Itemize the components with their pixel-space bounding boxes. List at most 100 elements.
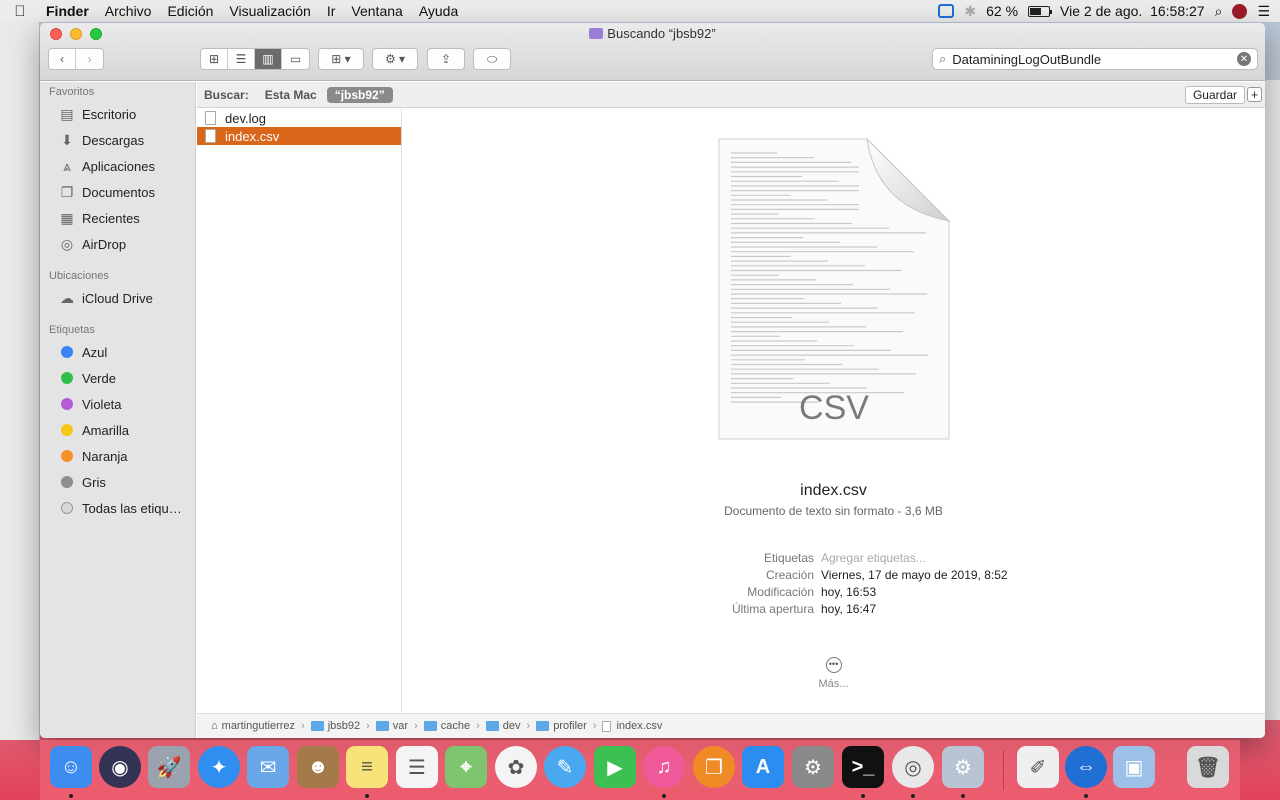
notification-center-icon[interactable]: ☰ — [1257, 3, 1270, 20]
menu-ir[interactable]: Ir — [319, 3, 344, 19]
path-item-home[interactable]: ⌂ martingutierrez › — [211, 720, 311, 732]
search-field[interactable]: ⌕ DataminingLogOutBundle ✕ — [932, 48, 1258, 70]
sidebar-tag-verde[interactable]: Verde — [58, 367, 116, 389]
dock-siri-icon[interactable]: ◉ — [99, 746, 141, 788]
dock-system-preferences-icon[interactable]: ⚙ — [792, 746, 834, 788]
dock-textedit-icon[interactable]: ✐ — [1017, 746, 1059, 788]
dock-messages-icon[interactable]: ✎ — [544, 746, 586, 788]
dock-itunes-icon[interactable]: ♫ — [643, 746, 685, 788]
dock-launchpad-icon[interactable]: 🚀 — [148, 746, 190, 788]
file-row-dev-log[interactable]: dev.log — [197, 109, 401, 127]
group-button[interactable]: ⊞ ▾ — [318, 48, 364, 70]
dock-reminders-icon[interactable]: ☰ — [396, 746, 438, 788]
favorites-header: Favoritos — [49, 86, 95, 98]
user-icon[interactable] — [1232, 3, 1248, 19]
path-label: martingutierrez — [221, 720, 296, 732]
add-criteria-button[interactable]: + — [1247, 87, 1262, 102]
meta-value: hoy, 16:53 — [821, 585, 877, 599]
tags-header: Etiquetas — [49, 324, 95, 336]
path-item-cache[interactable]: cache › — [423, 720, 486, 732]
menu-ayuda[interactable]: Ayuda — [411, 3, 466, 19]
save-search-button[interactable]: Guardar — [1184, 86, 1245, 104]
meta-value[interactable]: Agregar etiquetas... — [821, 551, 926, 565]
share-button[interactable]: ⇪ — [427, 48, 465, 70]
sidebar-tag-naranja[interactable]: Naranja — [58, 445, 128, 467]
path-item-jbsb92[interactable]: jbsb92 › — [310, 720, 376, 732]
dock-running-indicator — [911, 794, 915, 798]
menu-archivo[interactable]: Archivo — [97, 3, 160, 19]
search-input[interactable]: DataminingLogOutBundle — [952, 52, 1101, 67]
tag-color-dot — [61, 346, 73, 358]
sidebar-item-recientes[interactable]: ▦ Recientes — [58, 207, 139, 229]
dock-terminal-icon[interactable]: >_ — [842, 746, 884, 788]
sidebar-tag-amarilla[interactable]: Amarilla — [58, 419, 129, 441]
dock-separator — [1003, 750, 1004, 790]
menu-app-finder[interactable]: Finder — [40, 3, 97, 19]
sidebar-tag-gris[interactable]: Gris — [58, 471, 106, 493]
battery-percentage: 62 % — [986, 3, 1019, 19]
teamviewer-menu-icon[interactable] — [938, 4, 955, 18]
dock-virtualbox-icon[interactable]: ▣ — [1113, 746, 1155, 788]
sidebar-tag-azul[interactable]: Azul — [58, 341, 107, 363]
dock-facetime-icon[interactable]: ▶ — [594, 746, 636, 788]
path-item-var[interactable]: var › — [375, 720, 424, 732]
dock-contacts-icon[interactable]: ☻ — [297, 746, 339, 788]
path-item-index-csv[interactable]: index.csv — [602, 720, 662, 732]
action-button[interactable]: ⚙ ▾ — [372, 48, 418, 70]
gallery-view-button[interactable]: ▭ — [282, 49, 309, 69]
dock-chrome-icon[interactable]: ◎ — [892, 746, 934, 788]
sidebar-item-documentos[interactable]: ❐ Documentos — [58, 181, 155, 203]
preview-pane: CSV index.csv Documento de texto sin for… — [402, 109, 1265, 712]
file-name: dev.log — [225, 110, 266, 126]
spotlight-icon[interactable]: ⌕ — [1215, 3, 1223, 20]
apple-menu-icon[interactable]:  — [0, 3, 40, 20]
clear-search-icon[interactable]: ✕ — [1237, 52, 1251, 66]
back-button[interactable]: ‹ — [49, 49, 76, 69]
dock-finder-icon[interactable]: ☺ — [50, 746, 92, 788]
menu-edicion[interactable]: Edición — [159, 3, 221, 19]
sidebar-item-descargas[interactable]: ⬇ Descargas — [58, 129, 144, 151]
meta-value: Viernes, 17 de mayo de 2019, 8:52 — [821, 568, 1008, 582]
dock-trash-icon[interactable]: 🗑 — [1187, 746, 1229, 788]
sidebar-item-aplicaciones[interactable]: ⩓ Aplicaciones — [58, 155, 155, 177]
folder-icon — [310, 721, 324, 731]
scope-this-mac[interactable]: Esta Mac — [265, 88, 317, 102]
sidebar-item-airdrop[interactable]: ◎ AirDrop — [58, 233, 126, 255]
dock-teamviewer-icon[interactable]: ⇔ — [1065, 746, 1107, 788]
tag-color-dot — [61, 372, 73, 384]
dock-safari-icon[interactable]: ✦ — [198, 746, 240, 788]
file-row-index-csv[interactable]: index.csv — [197, 127, 401, 145]
folder-icon — [423, 721, 437, 731]
dock-notes-icon[interactable]: ≡ — [346, 746, 388, 788]
icon-view-button[interactable]: ⊞ — [201, 49, 228, 69]
list-view-button[interactable]: ☰ — [228, 49, 255, 69]
scope-query-pill[interactable]: “jbsb92” — [326, 86, 393, 103]
finder-window: Buscando “jbsb92” ‹ › ⊞ ☰ ▥ ▭ ⊞ ▾ ⚙ ▾ ⇪ … — [40, 23, 1265, 738]
file-name: index.csv — [225, 128, 280, 144]
dock-books-icon[interactable]: ❐ — [693, 746, 735, 788]
dock-utility-app-icon[interactable]: ⚙ — [942, 746, 984, 788]
bluetooth-icon[interactable]: ✱ — [964, 3, 976, 20]
dock-app-store-icon[interactable]: A — [742, 746, 784, 788]
column-view-button[interactable]: ▥ — [255, 49, 282, 69]
background-window — [0, 22, 40, 740]
sidebar-tag-violeta[interactable]: Violeta — [58, 393, 122, 415]
dock-photos-icon[interactable]: ✿ — [495, 746, 537, 788]
dock-maps-icon[interactable]: ⌖ — [445, 746, 487, 788]
path-item-profiler[interactable]: profiler › — [536, 720, 602, 732]
path-item-dev[interactable]: dev › — [485, 720, 536, 732]
sidebar-item-icloud-drive[interactable]: ☁ iCloud Drive — [58, 287, 153, 309]
forward-button[interactable]: › — [76, 49, 103, 69]
sidebar-item-escritorio[interactable]: ▤ Escritorio — [58, 103, 136, 125]
sidebar-tag-todas[interactable]: Todas las etiqu… — [58, 497, 182, 519]
clock[interactable]: Vie 2 de ago. 16:58:27 — [1060, 3, 1205, 19]
tag-color-dot — [61, 502, 73, 514]
menu-visualizacion[interactable]: Visualización — [221, 3, 318, 19]
more-button[interactable]: ••• Más... — [402, 657, 1265, 690]
battery-icon[interactable] — [1028, 5, 1053, 17]
tag-button[interactable]: ⬭ — [473, 48, 511, 70]
menu-ventana[interactable]: Ventana — [343, 3, 410, 19]
dock-mail-icon[interactable]: ✉ — [247, 746, 289, 788]
sidebar-item-label: Descargas — [82, 132, 145, 148]
dock-running-indicator — [365, 794, 369, 798]
